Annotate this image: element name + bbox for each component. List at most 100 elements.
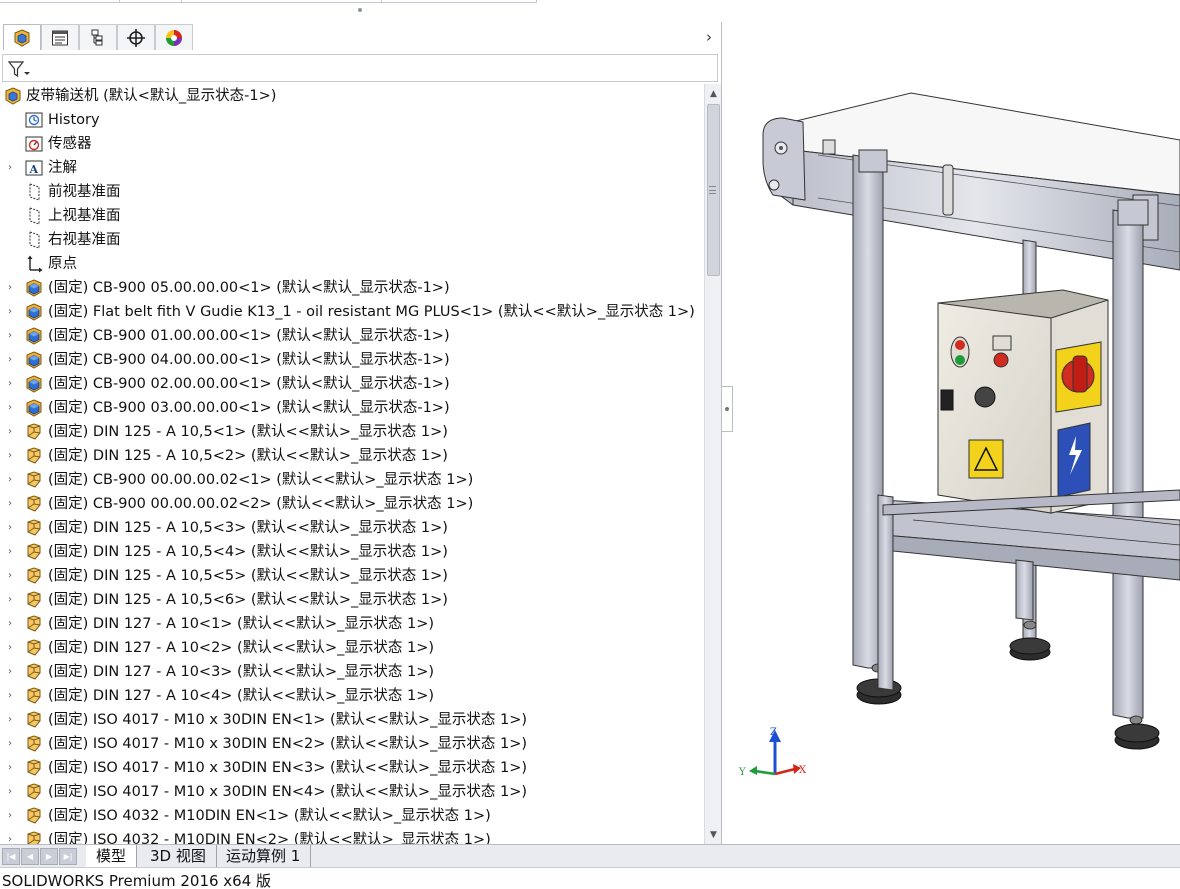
tree-item[interactable]: › (固定) ISO 4032 - M10DIN EN<1> (默认<<默认>_显… (0, 804, 704, 828)
tree-item[interactable]: › (固定) DIN 127 - A 10<3> (默认<<默认>_显示状态 1>… (0, 660, 704, 684)
triad-x-label: X (799, 765, 807, 776)
tab-dimxpertmanager[interactable] (117, 24, 155, 50)
tree-item[interactable]: › (固定) DIN 125 - A 10,5<1> (默认<<默认>_显示状态 … (0, 420, 704, 444)
tree-item[interactable]: › (固定) CB-900 05.00.00.00<1> (默认<默认_显示状态-… (0, 276, 704, 300)
tree-item[interactable]: › (固定) DIN 125 - A 10,5<2> (默认<<默认>_显示状态 … (0, 444, 704, 468)
tree-item[interactable]: 前视基准面 (0, 180, 704, 204)
first-tab-icon[interactable]: |◀ (2, 848, 20, 865)
expand-arrow-icon[interactable]: › (5, 305, 15, 319)
expand-arrow-icon[interactable]: › (5, 401, 15, 415)
expand-arrow-icon[interactable]: › (5, 809, 15, 823)
tree-item-label: (固定) DIN 125 - A 10,5<4> (默认<<默认>_显示状态 1… (48, 544, 448, 560)
conveyor-model[interactable] (733, 0, 1180, 844)
tree-item[interactable]: › (固定) DIN 125 - A 10,5<6> (默认<<默认>_显示状态 … (0, 588, 704, 612)
next-tab-icon[interactable]: ▶ (40, 848, 58, 865)
part-icon (24, 830, 44, 844)
graphics-viewport[interactable]: Z Y X (733, 0, 1180, 844)
tree-item[interactable]: › (固定) DIN 127 - A 10<4> (默认<<默认>_显示状态 1>… (0, 684, 704, 708)
expand-arrow-icon[interactable]: › (5, 377, 15, 391)
expand-arrow-icon[interactable]: › (5, 281, 15, 295)
tree-item[interactable]: › (固定) Flat belt fith V Gudie K13_1 - oil… (0, 300, 704, 324)
part-icon (24, 638, 44, 658)
tree-item[interactable]: › (固定) CB-900 04.00.00.00<1> (默认<默认_显示状态-… (0, 348, 704, 372)
tree-scrollbar[interactable]: ▲ ▼ (704, 84, 721, 844)
part-icon (24, 518, 44, 538)
filter-icon[interactable] (7, 59, 31, 79)
expand-arrow-icon[interactable]: › (5, 329, 15, 343)
tree-item[interactable]: › (固定) DIN 125 - A 10,5<4> (默认<<默认>_显示状态 … (0, 540, 704, 564)
tree-item[interactable]: 传感器 (0, 132, 704, 156)
annotation-icon: A (24, 158, 44, 178)
tree-item[interactable]: › (固定) CB-900 00.00.00.02<2> (默认<<默认>_显示状… (0, 492, 704, 516)
tree-item[interactable]: 上视基准面 (0, 204, 704, 228)
splitter-grip-icon (358, 8, 362, 12)
expand-arrow-icon[interactable]: › (5, 737, 15, 751)
expand-arrow-icon[interactable]: › (5, 425, 15, 439)
tree-item[interactable]: History (0, 108, 704, 132)
tree-item[interactable]: › (固定) CB-900 01.00.00.00<1> (默认<默认_显示状态-… (0, 324, 704, 348)
scroll-up-icon[interactable]: ▲ (705, 85, 722, 102)
expand-arrow-icon[interactable]: › (5, 593, 15, 607)
expand-arrow-icon[interactable]: › (5, 689, 15, 703)
plane-icon (24, 206, 44, 226)
expand-arrow-icon[interactable]: › (5, 161, 15, 175)
expand-arrow-icon[interactable]: › (5, 617, 15, 631)
expand-arrow-icon[interactable]: › (5, 521, 15, 535)
expand-arrow-icon[interactable]: › (5, 761, 15, 775)
chevron-right-icon[interactable]: › (702, 28, 716, 46)
propertymanager-icon (52, 30, 68, 45)
bottom-tab-bar: |◀ ◀ ▶ ▶| 模型 3D 视图 运动算例 1 (0, 844, 1180, 867)
part-icon (24, 590, 44, 610)
scrollbar-grip-icon (709, 186, 716, 194)
tree-item[interactable]: › (固定) ISO 4017 - M10 x 30DIN EN<1> (默认<<… (0, 708, 704, 732)
tree-root[interactable]: 皮带输送机 (默认<默认_显示状态-1>) (0, 84, 704, 108)
expand-arrow-icon[interactable]: › (5, 473, 15, 487)
tree-item[interactable]: › (固定) ISO 4017 - M10 x 30DIN EN<2> (默认<<… (0, 732, 704, 756)
tree-item[interactable]: › (固定) DIN 125 - A 10,5<5> (默认<<默认>_显示状态 … (0, 564, 704, 588)
scroll-down-icon[interactable]: ▼ (705, 826, 722, 843)
subassembly-icon (24, 278, 44, 298)
tab-motion-study[interactable]: 运动算例 1 (216, 845, 312, 867)
tab-propertymanager[interactable] (41, 24, 79, 50)
tree-item-label: (固定) DIN 127 - A 10<2> (默认<<默认>_显示状态 1>) (48, 640, 435, 656)
tree-item-label: (固定) ISO 4017 - M10 x 30DIN EN<4> (默认<<默… (48, 784, 528, 800)
panel-splitter[interactable] (0, 0, 722, 22)
tab-model[interactable]: 模型 (86, 845, 138, 867)
expand-arrow-icon[interactable]: › (5, 833, 15, 844)
tab-3d-view[interactable]: 3D 视图 (140, 845, 217, 867)
prev-tab-icon[interactable]: ◀ (21, 848, 39, 865)
expand-arrow-icon[interactable]: › (5, 641, 15, 655)
expand-arrow-icon[interactable]: › (5, 665, 15, 679)
tree-item[interactable]: › (固定) DIN 125 - A 10,5<3> (默认<<默认>_显示状态 … (0, 516, 704, 540)
tree-item[interactable]: › (固定) DIN 127 - A 10<2> (默认<<默认>_显示状态 1>… (0, 636, 704, 660)
tree-item-label: (固定) CB-900 01.00.00.00<1> (默认<默认_显示状态-1… (48, 328, 450, 344)
tree-item-label: (固定) DIN 127 - A 10<3> (默认<<默认>_显示状态 1>) (48, 664, 435, 680)
tree-item[interactable]: › (固定) ISO 4017 - M10 x 30DIN EN<3> (默认<<… (0, 756, 704, 780)
grip-dot-icon (725, 407, 729, 411)
tree-item[interactable]: › (固定) CB-900 02.00.00.00<1> (默认<默认_显示状态-… (0, 372, 704, 396)
tree-item[interactable]: 右视基准面 (0, 228, 704, 252)
tab-featuremanager[interactable] (3, 24, 41, 50)
tree-item[interactable]: › (固定) ISO 4017 - M10 x 30DIN EN<4> (默认<<… (0, 780, 704, 804)
expand-arrow-icon[interactable]: › (5, 353, 15, 367)
tree-item[interactable]: › (固定) CB-900 00.00.00.02<1> (默认<<默认>_显示状… (0, 468, 704, 492)
crosshair-icon (127, 28, 145, 47)
tree-filter-box[interactable] (2, 54, 718, 82)
expand-arrow-icon[interactable]: › (5, 713, 15, 727)
expand-arrow-icon[interactable]: › (5, 569, 15, 583)
tree-item-label: 上视基准面 (48, 208, 121, 224)
expand-arrow-icon[interactable]: › (5, 449, 15, 463)
panel-collapse-handle[interactable] (722, 386, 733, 432)
expand-arrow-icon[interactable]: › (5, 785, 15, 799)
tab-configurationmanager[interactable] (79, 24, 117, 50)
tree-item[interactable]: › (固定) DIN 127 - A 10<1> (默认<<默认>_显示状态 1>… (0, 612, 704, 636)
tree-item[interactable]: › (固定) CB-900 03.00.00.00<1> (默认<默认_显示状态-… (0, 396, 704, 420)
tab-display-manager[interactable] (155, 24, 193, 50)
tree-item[interactable]: › A 注解 (0, 156, 704, 180)
tree-item[interactable]: › (固定) ISO 4032 - M10DIN EN<2> (默认<<默认>_显… (0, 828, 704, 844)
tree-item[interactable]: 原点 (0, 252, 704, 276)
tree-item-label: 前视基准面 (48, 184, 121, 200)
expand-arrow-icon[interactable]: › (5, 497, 15, 511)
expand-arrow-icon[interactable]: › (5, 545, 15, 559)
last-tab-icon[interactable]: ▶| (59, 848, 77, 865)
